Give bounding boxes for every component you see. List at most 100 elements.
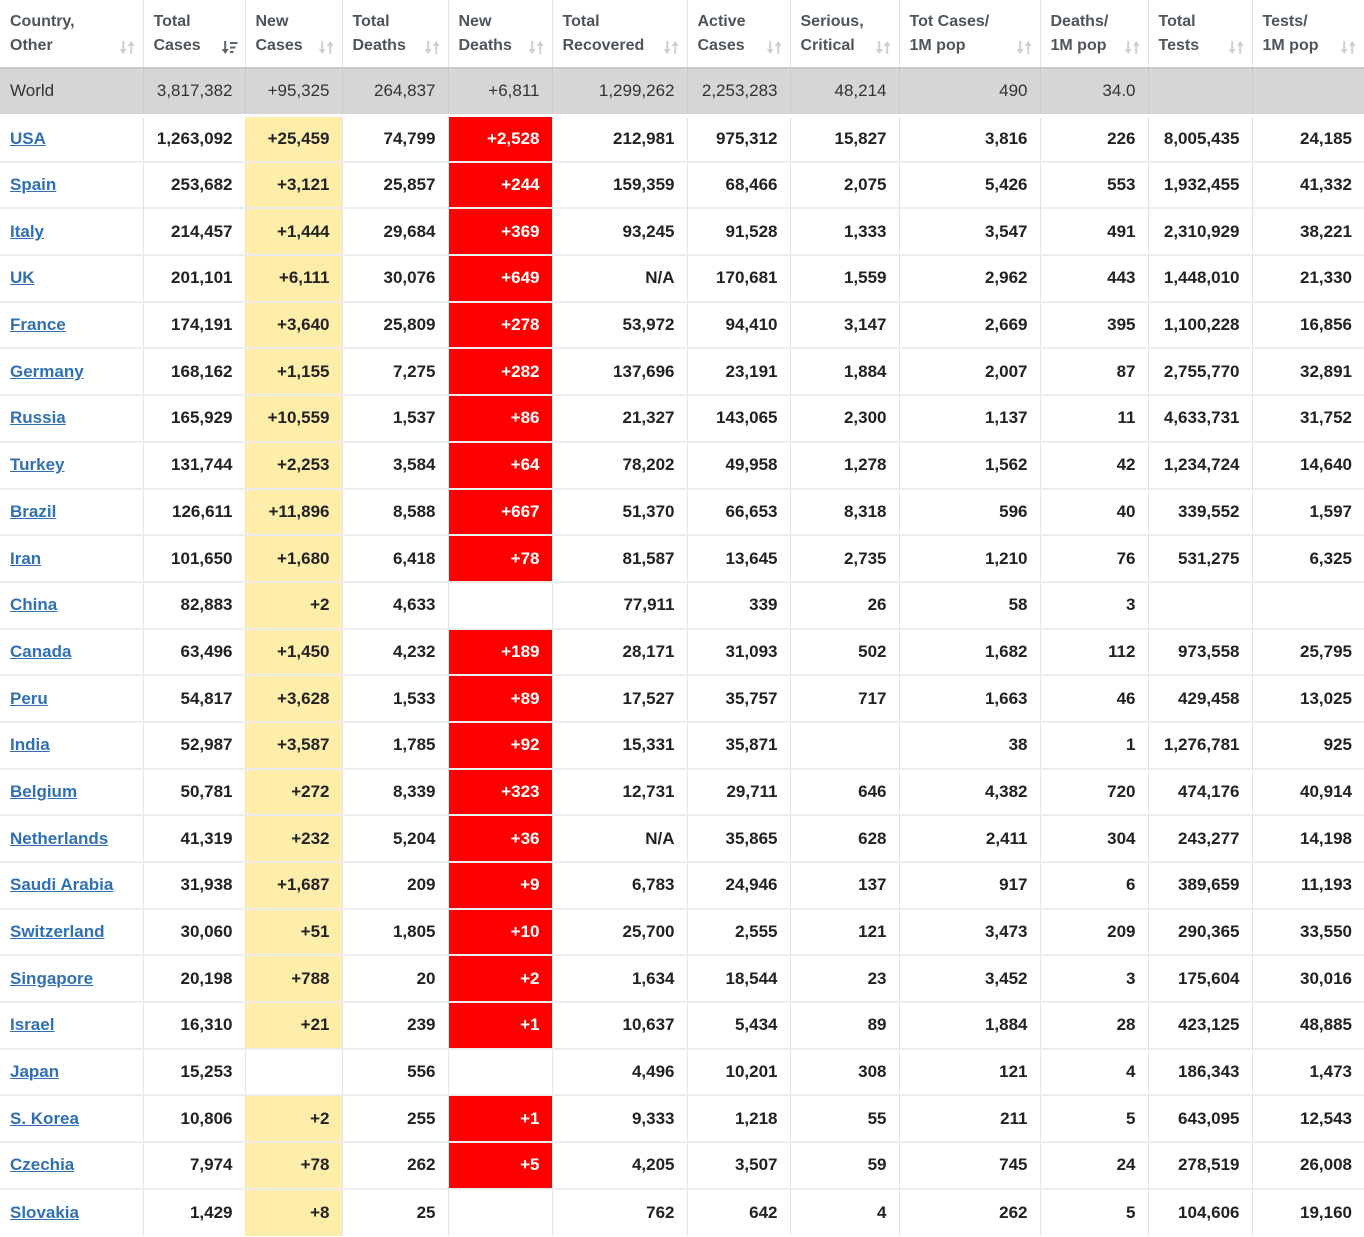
- country-link[interactable]: Japan: [10, 1062, 59, 1081]
- country-link[interactable]: Saudi Arabia: [10, 875, 113, 894]
- sort-up-down-icon: [1228, 39, 1245, 54]
- cell-total-deaths: 239: [342, 1002, 448, 1049]
- cell-tests-1m: 38,221: [1252, 208, 1364, 255]
- cell-tests-1m: 32,891: [1252, 348, 1364, 395]
- cell-deaths-1m: 112: [1040, 629, 1148, 676]
- cell-new-deaths: +282: [448, 348, 552, 395]
- country-link[interactable]: Peru: [10, 689, 48, 708]
- cell-serious-critical: 717: [790, 675, 899, 722]
- cell-tests-1m: 41,332: [1252, 162, 1364, 209]
- cell-deaths-1m: 304: [1040, 815, 1148, 862]
- cell-total-cases: 50,781: [143, 769, 245, 816]
- country-link[interactable]: China: [10, 595, 57, 614]
- cell-total-deaths: 30,076: [342, 255, 448, 302]
- country-link[interactable]: Russia: [10, 408, 66, 427]
- cell-total-recovered: N/A: [552, 255, 687, 302]
- col-header-total-cases[interactable]: TotalCases: [143, 0, 245, 68]
- cell-new-deaths: +36: [448, 815, 552, 862]
- country-link[interactable]: Spain: [10, 175, 56, 194]
- col-header-total-tests[interactable]: TotalTests: [1148, 0, 1252, 68]
- table-row: USA1,263,092+25,45974,799+2,528212,98197…: [0, 115, 1364, 162]
- cell-total-tests: 1,276,781: [1148, 722, 1252, 769]
- country-link[interactable]: USA: [10, 129, 46, 148]
- country-link[interactable]: Switzerland: [10, 922, 104, 941]
- cell-active-cases: 339: [687, 582, 790, 629]
- country-link[interactable]: S. Korea: [10, 1109, 79, 1128]
- cell-tot-cases-1m: 1,682: [899, 629, 1040, 676]
- cell-total-tests: 186,343: [1148, 1049, 1252, 1096]
- col-header-line1: Serious,: [801, 10, 893, 34]
- cell-total-cases: 41,319: [143, 815, 245, 862]
- cell-deaths-1m: 553: [1040, 162, 1148, 209]
- col-header-line1: Total: [154, 10, 239, 34]
- col-header-total-recovered[interactable]: TotalRecovered: [552, 0, 687, 68]
- col-header-tests-1m[interactable]: Tests/1M pop: [1252, 0, 1364, 68]
- col-header-line1: Total: [563, 10, 681, 34]
- col-header-active-cases[interactable]: ActiveCases: [687, 0, 790, 68]
- cell-total-tests: 4,633,731: [1148, 395, 1252, 442]
- col-header-deaths-1m[interactable]: Deaths/1M pop: [1040, 0, 1148, 68]
- cell-total-cases: 168,162: [143, 348, 245, 395]
- country-link[interactable]: India: [10, 735, 50, 754]
- cell-serious-critical: 4: [790, 1189, 899, 1236]
- cell-new-deaths: +1: [448, 1002, 552, 1049]
- country-link[interactable]: UK: [10, 268, 35, 287]
- col-header-line1: New: [459, 10, 546, 34]
- country-link[interactable]: Belgium: [10, 782, 77, 801]
- country-link[interactable]: Czechia: [10, 1155, 74, 1174]
- cell-new-cases: +51: [245, 909, 342, 956]
- cell-serious-critical: 2,075: [790, 162, 899, 209]
- cell-total-tests: 1,100,228: [1148, 302, 1252, 349]
- country-link[interactable]: Israel: [10, 1015, 54, 1034]
- sort-up-down-icon: [119, 39, 136, 54]
- col-header-total-deaths[interactable]: TotalDeaths: [342, 0, 448, 68]
- country-link[interactable]: Canada: [10, 642, 71, 661]
- cell-active-cases: 3,507: [687, 1142, 790, 1189]
- sort-up-down-icon: [1016, 39, 1033, 54]
- col-header-new-deaths[interactable]: NewDeaths: [448, 0, 552, 68]
- cell-country: China: [0, 582, 143, 629]
- country-link[interactable]: France: [10, 315, 66, 334]
- col-header-serious-critical[interactable]: Serious,Critical: [790, 0, 899, 68]
- country-link[interactable]: Netherlands: [10, 829, 108, 848]
- cell-country: Saudi Arabia: [0, 862, 143, 909]
- country-link[interactable]: Turkey: [10, 455, 65, 474]
- header-row: Country,OtherTotalCasesNewCasesTotalDeat…: [0, 0, 1364, 68]
- country-link[interactable]: Brazil: [10, 502, 56, 521]
- col-header-new-cases[interactable]: NewCases: [245, 0, 342, 68]
- col-header-line1: Deaths/: [1051, 10, 1142, 34]
- cell-total-deaths: 8,588: [342, 489, 448, 536]
- cell-total-recovered: 93,245: [552, 208, 687, 255]
- col-header-country[interactable]: Country,Other: [0, 0, 143, 68]
- cell-tot-cases-1m: 2,669: [899, 302, 1040, 349]
- cell-total-deaths: 25: [342, 1189, 448, 1236]
- cell-tests-1m: 14,640: [1252, 442, 1364, 489]
- cell-total-tests: 531,275: [1148, 535, 1252, 582]
- cell-total-cases: 15,253: [143, 1049, 245, 1096]
- country-link[interactable]: Singapore: [10, 969, 93, 988]
- cell-total-deaths: 20: [342, 955, 448, 1002]
- cell-total-deaths: 209: [342, 862, 448, 909]
- country-link[interactable]: Slovakia: [10, 1203, 79, 1222]
- sort-descending-icon: [221, 39, 238, 54]
- col-header-tot-cases-1m[interactable]: Tot Cases/1M pop: [899, 0, 1040, 68]
- cell-new-cases: +2: [245, 582, 342, 629]
- country-link[interactable]: Iran: [10, 549, 41, 568]
- cell-deaths-1m: 226: [1040, 115, 1148, 162]
- cell-new-cases: +3,628: [245, 675, 342, 722]
- cell-serious-critical: 1,278: [790, 442, 899, 489]
- cell-new-cases: +10,559: [245, 395, 342, 442]
- table-row: Czechia7,974+78262+54,2053,5075974524278…: [0, 1142, 1364, 1189]
- cell-tot-cases-1m: 3,452: [899, 955, 1040, 1002]
- cell-total-tests: 643,095: [1148, 1095, 1252, 1142]
- cell-total-cases: 174,191: [143, 302, 245, 349]
- cell-active-cases: 94,410: [687, 302, 790, 349]
- country-link[interactable]: Italy: [10, 222, 44, 241]
- cell-new-deaths: +89: [448, 675, 552, 722]
- cell-total-cases: 1,263,092: [143, 115, 245, 162]
- country-link[interactable]: Germany: [10, 362, 84, 381]
- cell-active-cases: 2,253,283: [687, 68, 790, 115]
- sort-up-down-icon: [1340, 39, 1357, 54]
- cell-tot-cases-1m: 2,007: [899, 348, 1040, 395]
- cell-serious-critical: 121: [790, 909, 899, 956]
